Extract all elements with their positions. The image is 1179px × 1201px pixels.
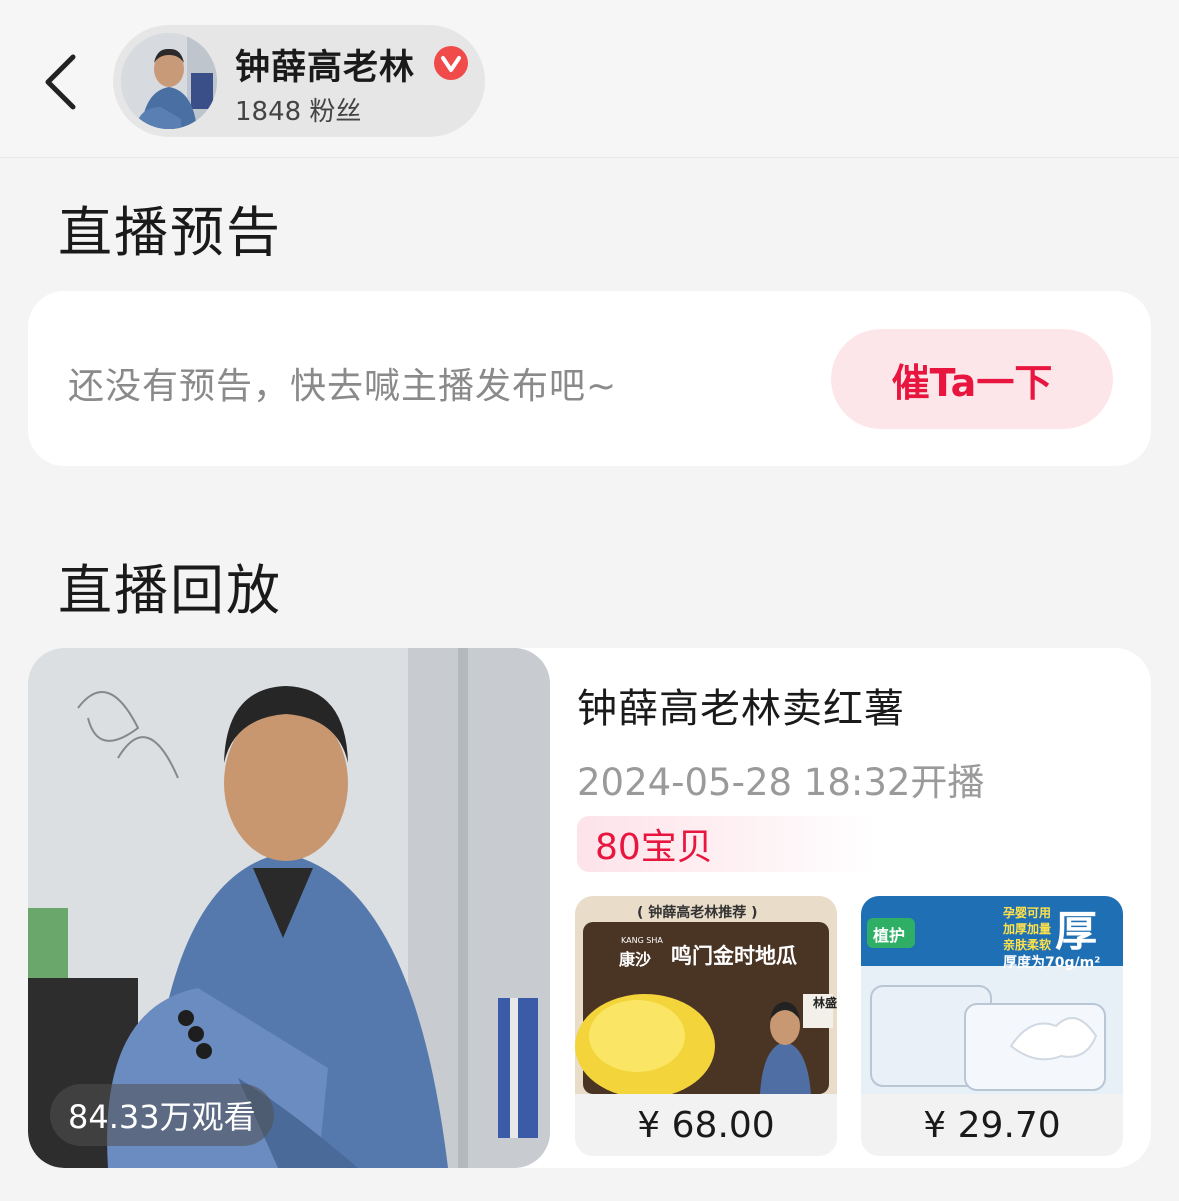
- product-brand: 植护: [873, 926, 906, 945]
- fans-count: 1848 粉丝: [235, 97, 362, 127]
- product-promo: 孕婴可用: [1003, 906, 1052, 920]
- preview-section-title: 直播预告: [58, 201, 282, 264]
- top-bar: 钟薛高老林 1848 粉丝: [0, 0, 1179, 158]
- product-name: 鸣门金时地瓜: [671, 944, 797, 968]
- product-big-char: 厚: [1055, 907, 1098, 956]
- replay-section-title: 直播回放: [58, 559, 282, 622]
- product-banner: ( 钟薛高老林推荐 ): [637, 905, 758, 921]
- back-button[interactable]: [38, 52, 82, 112]
- product-price: ¥ 29.70: [923, 1104, 1061, 1146]
- product-tag: 林盛: [813, 996, 837, 1010]
- product-card[interactable]: 植护 孕婴可用 加厚加量 亲肤柔软 厚 厚度为70g/m² ¥ 29.70: [861, 896, 1123, 1156]
- product-brand-en: KANG SHA: [621, 936, 663, 945]
- urge-button[interactable]: 催Ta一下: [831, 329, 1113, 429]
- anchor-name: 钟薛高老林: [235, 48, 416, 88]
- verified-badge-icon: [434, 46, 468, 80]
- replay-card[interactable]: 84.33万观看 钟薛高老林卖红薯 2024-05-28 18:32开播 80宝…: [28, 648, 1151, 1168]
- product-promo: 亲肤柔软: [1003, 938, 1052, 952]
- product-promo: 加厚加量: [1003, 922, 1052, 936]
- product-brand: 康沙: [619, 950, 652, 969]
- chevron-left-icon: [45, 54, 76, 110]
- product-price: ¥ 68.00: [637, 1104, 775, 1146]
- live-start-time: 2024-05-28 18:32开播: [577, 761, 985, 804]
- avatar[interactable]: [121, 33, 217, 129]
- preview-empty-text: 还没有预告，快去喊主播发布吧~: [68, 366, 618, 407]
- live-title: 钟薛高老林卖红薯: [577, 686, 905, 732]
- preview-card: 还没有预告，快去喊主播发布吧~ 催Ta一下: [28, 291, 1151, 466]
- anchor-profile[interactable]: 钟薛高老林 1848 粉丝: [113, 25, 485, 137]
- view-count-badge: 84.33万观看: [50, 1084, 274, 1146]
- product-card[interactable]: ( 钟薛高老林推荐 ) KANG SHA 康沙 鸣门金时地瓜 林盛 ¥ 68.0…: [575, 896, 837, 1156]
- product-spec: 厚度为70g/m²: [1003, 955, 1101, 971]
- product-image: [575, 896, 837, 1094]
- replay-cover-image[interactable]: 84.33万观看: [28, 648, 550, 1168]
- items-count-badge: 80宝贝: [577, 816, 877, 872]
